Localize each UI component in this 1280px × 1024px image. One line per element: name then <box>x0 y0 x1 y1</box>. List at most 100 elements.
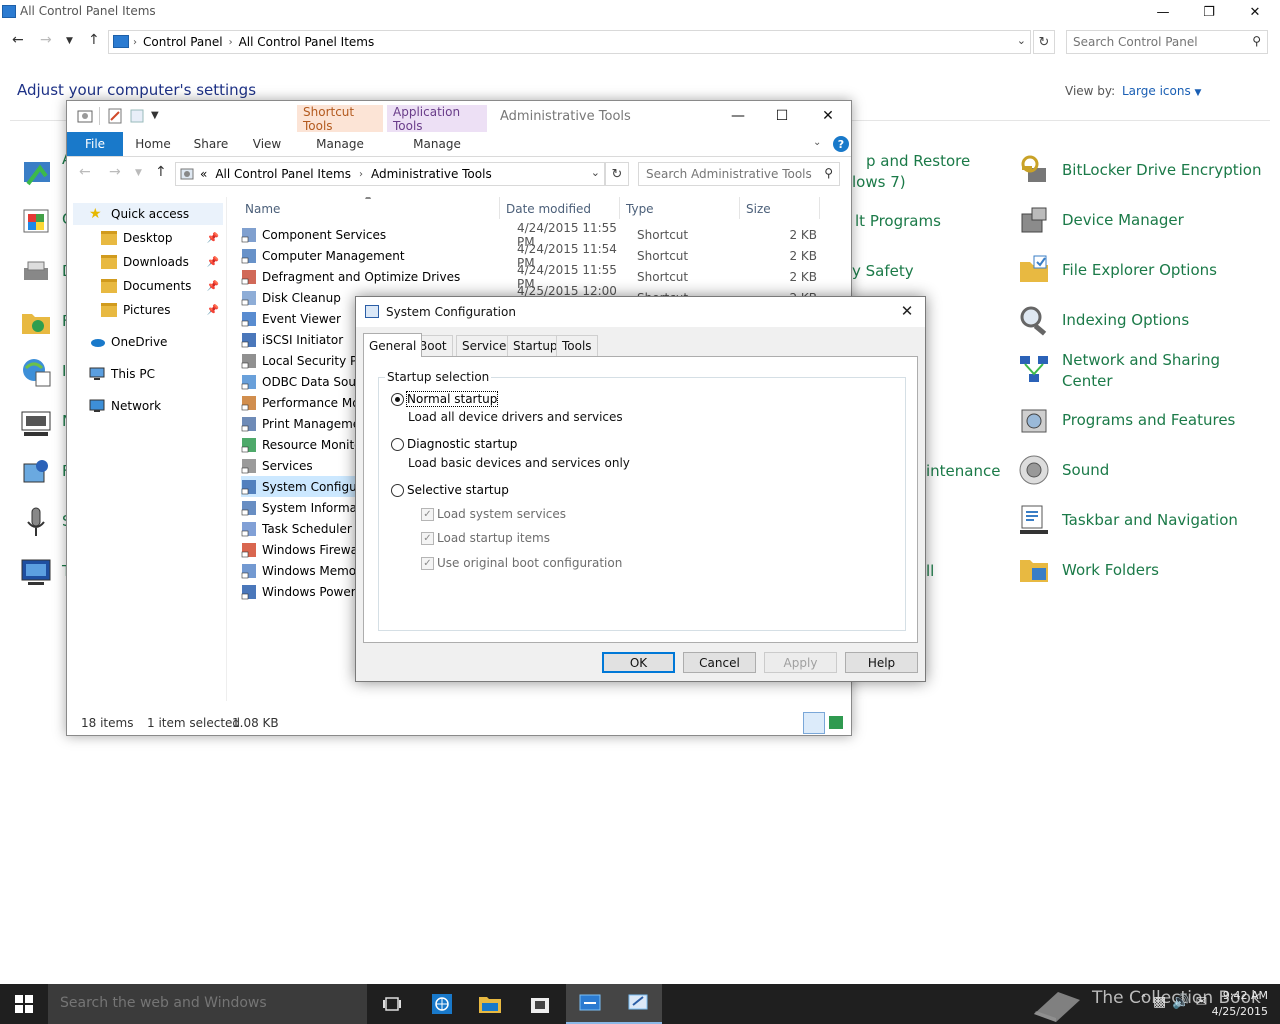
details-view-icon[interactable] <box>803 712 825 734</box>
nav-item-onedrive[interactable]: OneDrive <box>73 331 227 353</box>
admin-refresh-button[interactable]: ↻ <box>605 162 629 186</box>
cp-item-bitlocker[interactable]: BitLocker Drive Encryption <box>1018 154 1261 186</box>
help-button[interactable]: Help <box>845 652 918 673</box>
breadcrumb-item-all-items[interactable]: All Control Panel Items <box>215 167 351 181</box>
customize-quick-access-chevron-icon[interactable]: ▼ <box>151 110 167 126</box>
checkmark-icon[interactable]: ✓ <box>421 531 434 545</box>
cp-item-sound[interactable]: Sound <box>1018 454 1109 486</box>
column-header-name[interactable]: Name <box>245 198 280 220</box>
speech-recognition-icon[interactable] <box>20 506 52 538</box>
ok-button[interactable]: OK <box>602 652 675 673</box>
column-header-type[interactable]: Type <box>626 198 654 220</box>
admin-address-bar[interactable]: « All Control Panel Items › Administrati… <box>175 162 605 186</box>
tab-share[interactable]: Share <box>185 132 237 156</box>
use-original-boot-config-checkbox[interactable]: ✓ Use original boot configuration <box>421 556 622 570</box>
recent-locations-chevron-icon[interactable]: ▼ <box>66 36 73 46</box>
tab-manage-application[interactable]: Manage <box>387 132 487 156</box>
radio-button-selected[interactable] <box>391 392 404 406</box>
admin-back-arrow-icon[interactable]: ← <box>79 164 91 180</box>
breadcrumb-item-all-items[interactable]: All Control Panel Items <box>239 35 375 49</box>
help-icon[interactable]: ? <box>833 136 849 152</box>
checkmark-icon[interactable]: ✓ <box>421 556 434 570</box>
taskbar-search-box[interactable] <box>48 984 367 1024</box>
pin-icon[interactable]: 📌 <box>207 233 219 244</box>
up-arrow-icon[interactable]: ↑ <box>88 32 100 48</box>
load-system-services-checkbox[interactable]: ✓ Load system services <box>421 507 566 521</box>
diagnostic-startup-radio[interactable]: Diagnostic startup <box>391 437 517 451</box>
cp-item-programs-features[interactable]: Programs and Features <box>1018 404 1235 436</box>
admin-search-input[interactable] <box>646 167 816 181</box>
taskbar-app-file-explorer[interactable] <box>466 984 514 1024</box>
admin-address-dropdown-icon[interactable]: ⌄ <box>591 166 600 179</box>
nav-item-network[interactable]: Network <box>73 395 227 417</box>
cp-item-partial-family-safety[interactable]: y Safety <box>852 262 914 280</box>
tab-general[interactable]: General <box>363 333 423 357</box>
devices-printers-icon[interactable] <box>20 256 52 288</box>
back-arrow-icon[interactable]: ← <box>12 32 24 48</box>
task-view-button[interactable] <box>368 984 416 1024</box>
admin-recent-chevron-icon[interactable]: ▼ <box>135 168 142 178</box>
admin-close-button[interactable]: ✕ <box>805 103 851 129</box>
tab-file[interactable]: File <box>67 132 123 156</box>
nav-item-quick-access[interactable]: ★ Quick access <box>73 203 223 225</box>
action-center-icon[interactable] <box>20 158 52 190</box>
cp-item-partial-maintenance[interactable]: intenance <box>926 462 1000 480</box>
column-header-size[interactable]: Size <box>746 198 771 220</box>
troubleshooting-icon[interactable] <box>20 556 52 588</box>
start-button[interactable] <box>0 984 48 1024</box>
taskbar-app-browser[interactable] <box>418 984 466 1024</box>
admin-up-arrow-icon[interactable]: ↑ <box>155 164 167 180</box>
large-icons-view-icon[interactable] <box>829 716 843 729</box>
cp-item-partial-backup-restore[interactable]: p and Restore <box>866 152 970 170</box>
normal-startup-radio[interactable]: Normal startup <box>391 391 499 407</box>
tab-view[interactable]: View <box>241 132 293 156</box>
nav-item-pictures[interactable]: Pictures 📌 <box>87 299 223 321</box>
cp-item-partial-firewall[interactable]: ll <box>926 562 934 580</box>
nav-item-this-pc[interactable]: This PC <box>73 363 227 385</box>
nav-item-downloads[interactable]: Downloads 📌 <box>87 251 223 273</box>
admin-minimize-button[interactable]: — <box>715 103 761 129</box>
radio-button[interactable] <box>391 483 404 497</box>
internet-options-icon[interactable] <box>20 356 52 388</box>
application-tools-context-tab[interactable]: Application Tools <box>387 105 487 133</box>
taskbar-clock[interactable]: 9:42 AM 4/25/2015 <box>1210 988 1268 1020</box>
pin-icon[interactable]: 📌 <box>207 257 219 268</box>
control-panel-search-input[interactable] <box>1073 35 1243 49</box>
breadcrumb-overflow-icon[interactable]: « <box>200 167 207 181</box>
refresh-button[interactable]: ↻ <box>1033 30 1055 54</box>
msconfig-close-button[interactable]: ✕ <box>894 300 920 322</box>
apply-button[interactable]: Apply <box>764 652 837 673</box>
control-panel-search-box[interactable]: ⚲ <box>1066 30 1268 54</box>
pin-icon[interactable]: 📌 <box>207 281 219 292</box>
restore-button[interactable]: ❐ <box>1186 0 1232 24</box>
address-dropdown-chevron-icon[interactable]: ⌄ <box>1017 34 1026 47</box>
cp-item-taskbar-navigation[interactable]: Taskbar and Navigation <box>1018 504 1238 536</box>
column-separator[interactable] <box>619 197 620 219</box>
cp-item-indexing-options[interactable]: Indexing Options <box>1018 304 1189 336</box>
taskbar-app-store[interactable] <box>516 984 564 1024</box>
column-separator[interactable] <box>819 197 820 219</box>
expand-ribbon-chevron-icon[interactable]: ⌄ <box>813 137 821 148</box>
control-panel-address-bar[interactable]: › Control Panel › All Control Panel Item… <box>108 30 1031 54</box>
pin-icon[interactable]: 📌 <box>207 305 219 316</box>
view-by-dropdown[interactable]: Large icons ▼ <box>1122 84 1201 98</box>
search-icon[interactable]: ⚲ <box>1252 34 1261 48</box>
taskbar-app-control-panel[interactable] <box>566 984 614 1024</box>
forward-arrow-icon[interactable]: → <box>40 32 52 48</box>
search-icon[interactable]: ⚲ <box>824 166 833 180</box>
breadcrumb-item-control-panel[interactable]: Control Panel <box>143 35 223 49</box>
phone-modem-icon[interactable] <box>20 456 52 488</box>
tray-overflow-chevron-icon[interactable]: ˆ <box>1140 994 1153 1010</box>
taskbar-app-system-configuration[interactable] <box>614 984 662 1024</box>
tab-manage-shortcut[interactable]: Manage <box>297 132 383 156</box>
checkmark-icon[interactable]: ✓ <box>421 507 434 521</box>
cp-item-partial-windows-7[interactable]: lows 7) <box>852 173 906 191</box>
column-header-date-modified[interactable]: Date modified <box>506 198 591 220</box>
cp-item-partial-default-programs[interactable]: lt Programs <box>855 212 941 230</box>
load-startup-items-checkbox[interactable]: ✓ Load startup items <box>421 531 550 545</box>
selective-startup-radio[interactable]: Selective startup <box>391 483 509 497</box>
cancel-button[interactable]: Cancel <box>683 652 756 673</box>
cp-item-work-folders[interactable]: Work Folders <box>1018 554 1159 586</box>
keyboard-icon[interactable] <box>20 408 52 440</box>
new-folder-icon[interactable] <box>129 108 145 124</box>
